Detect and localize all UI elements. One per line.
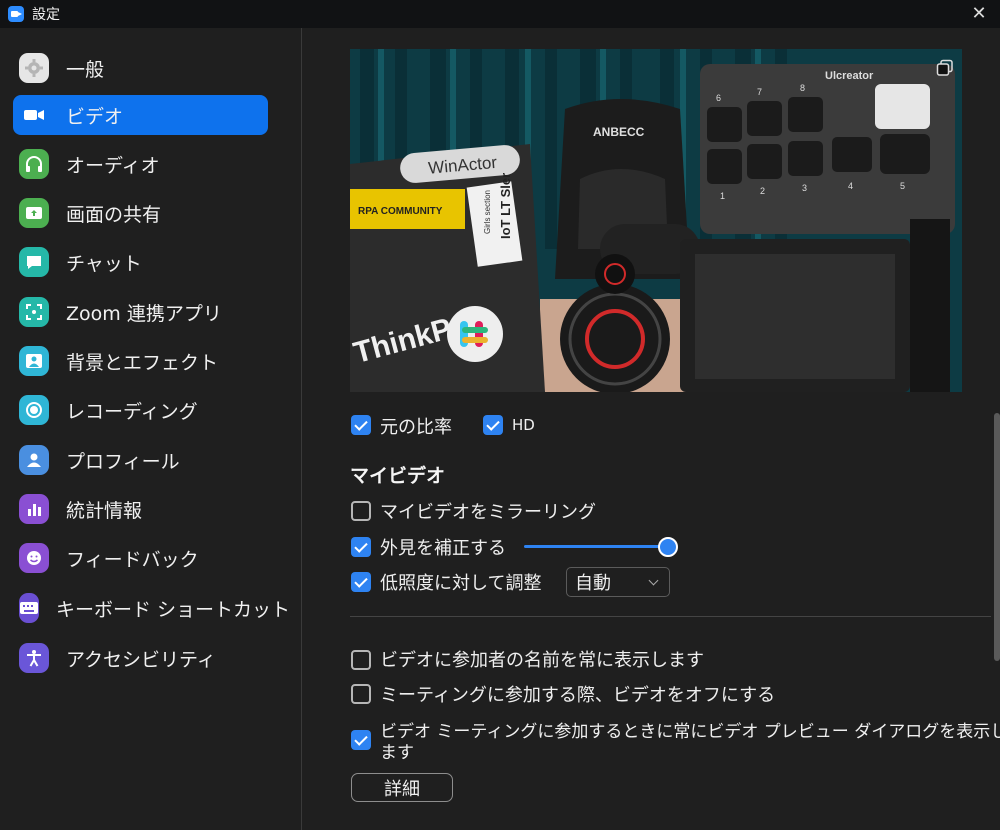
keyboard-icon	[19, 593, 39, 623]
title-bar: 設定 ✕	[0, 0, 1000, 28]
scrollbar[interactable]	[994, 413, 1000, 661]
apps-icon	[19, 297, 49, 327]
girls-sticker-text: Girls section	[483, 190, 492, 234]
keypad-number-8: 8	[800, 83, 805, 93]
zoom-app-icon	[8, 6, 24, 22]
portrait-icon	[19, 346, 49, 376]
sidebar-item-label: アクセシビリティ	[66, 648, 216, 671]
sidebar-item-label: ビデオ	[66, 105, 124, 128]
sidebar-item-statistics[interactable]: 統計情報	[13, 489, 268, 529]
turn-off-video-label: ミーティングに参加する際、ビデオをオフにする	[380, 685, 776, 706]
share-screen-icon	[19, 198, 49, 228]
accessibility-icon	[19, 643, 49, 673]
sidebar-item-accessibility[interactable]: アクセシビリティ	[13, 638, 268, 678]
keypad-number-3: 3	[802, 183, 807, 193]
sidebar-item-label: レコーディング	[66, 400, 198, 423]
sidebar-item-label: プロフィール	[66, 450, 180, 473]
touch-up-label: 外見を補正する	[380, 538, 506, 559]
sidebar-item-feedback[interactable]: フィードバック	[13, 538, 268, 578]
mirror-video-label: マイビデオをミラーリング	[380, 502, 596, 523]
record-icon	[19, 395, 49, 425]
sidebar-item-label: 統計情報	[66, 499, 143, 522]
headphones-icon	[19, 149, 49, 179]
preview-dialog-checkbox[interactable]	[351, 730, 371, 750]
touch-up-slider-track[interactable]	[524, 545, 666, 548]
keypad-brand-text: Ulcreator	[825, 70, 874, 82]
low-light-checkbox[interactable]	[351, 572, 371, 592]
keypad-number-4: 4	[848, 181, 853, 191]
sidebar-item-label: 画面の共有	[66, 203, 162, 226]
low-light-select-value: 自動	[575, 573, 611, 594]
sidebar: 一般 ビデオ オーディオ 画面の共有 チャット Zoom 連携アプリ 背景とエフ…	[0, 28, 302, 830]
sidebar-item-profile[interactable]: プロフィール	[13, 440, 268, 480]
hd-label: HD	[512, 416, 535, 434]
touch-up-slider-knob[interactable]	[658, 537, 678, 557]
video-camera-icon	[19, 100, 49, 130]
sidebar-item-apps[interactable]: Zoom 連携アプリ	[13, 292, 268, 332]
sidebar-item-label: Zoom 連携アプリ	[66, 302, 222, 325]
divider	[350, 616, 991, 617]
gear-icon	[19, 53, 49, 83]
camera-preview: ANBECC WinActor RPA COMMUNITY IoT LT Sle…	[350, 49, 962, 392]
original-ratio-checkbox[interactable]	[351, 415, 371, 435]
preview-dialog-label-line1: ビデオ ミーティングに参加するときに常にビデオ プレビュー ダイアログを表示し	[380, 722, 1000, 742]
chevron-down-icon	[648, 575, 659, 586]
copy-icon[interactable]	[936, 59, 954, 77]
keypad-number-6: 6	[716, 93, 721, 103]
sidebar-item-keyboard-shortcuts[interactable]: キーボード ショートカット	[13, 588, 290, 628]
low-light-label: 低照度に対して調整	[380, 573, 542, 594]
keypad-number-1: 1	[720, 191, 725, 201]
low-light-select[interactable]: 自動	[566, 567, 670, 597]
sidebar-item-video[interactable]: ビデオ	[13, 95, 268, 135]
original-ratio-label: 元の比率	[380, 417, 452, 438]
show-names-checkbox[interactable]	[351, 650, 371, 670]
keypad-number-5: 5	[900, 181, 905, 191]
chat-bubble-icon	[19, 247, 49, 277]
touch-up-checkbox[interactable]	[351, 537, 371, 557]
sidebar-item-recording[interactable]: レコーディング	[13, 390, 268, 430]
camera-preview-image: ANBECC WinActor RPA COMMUNITY IoT LT Sle…	[350, 49, 962, 392]
sidebar-item-label: オーディオ	[66, 154, 160, 177]
iot-sticker-text: IoT LT Sler	[498, 173, 513, 239]
hd-checkbox[interactable]	[483, 415, 503, 435]
person-icon	[19, 445, 49, 475]
advanced-button[interactable]: 詳細	[351, 773, 453, 802]
preview-dialog-label-line2: ます	[380, 743, 414, 763]
sidebar-item-background-effects[interactable]: 背景とエフェクト	[13, 341, 268, 381]
chair-brand-text: ANBECC	[593, 125, 645, 139]
smiley-icon	[19, 543, 49, 573]
video-settings-panel: ANBECC WinActor RPA COMMUNITY IoT LT Sle…	[303, 28, 1000, 830]
my-video-title: マイビデオ	[350, 465, 446, 487]
show-names-label: ビデオに参加者の名前を常に表示します	[380, 650, 704, 671]
rpa-sticker-text: RPA COMMUNITY	[358, 206, 443, 217]
mirror-video-checkbox[interactable]	[351, 501, 371, 521]
window-title: 設定	[32, 7, 60, 23]
sidebar-item-label: フィードバック	[66, 548, 199, 571]
sidebar-item-label: 一般	[66, 58, 105, 81]
sidebar-item-label: 背景とエフェクト	[66, 351, 219, 374]
close-icon[interactable]: ✕	[968, 2, 990, 24]
stats-icon	[19, 494, 49, 524]
sidebar-item-audio[interactable]: オーディオ	[13, 144, 268, 184]
sidebar-item-chat[interactable]: チャット	[13, 242, 268, 282]
keypad-number-2: 2	[760, 186, 765, 196]
turn-off-video-checkbox[interactable]	[351, 684, 371, 704]
sidebar-item-general[interactable]: 一般	[13, 48, 268, 88]
sidebar-item-share-screen[interactable]: 画面の共有	[13, 193, 268, 233]
sidebar-item-label: チャット	[66, 252, 142, 275]
keypad-number-7: 7	[757, 87, 762, 97]
sidebar-item-label: キーボード ショートカット	[56, 598, 291, 621]
